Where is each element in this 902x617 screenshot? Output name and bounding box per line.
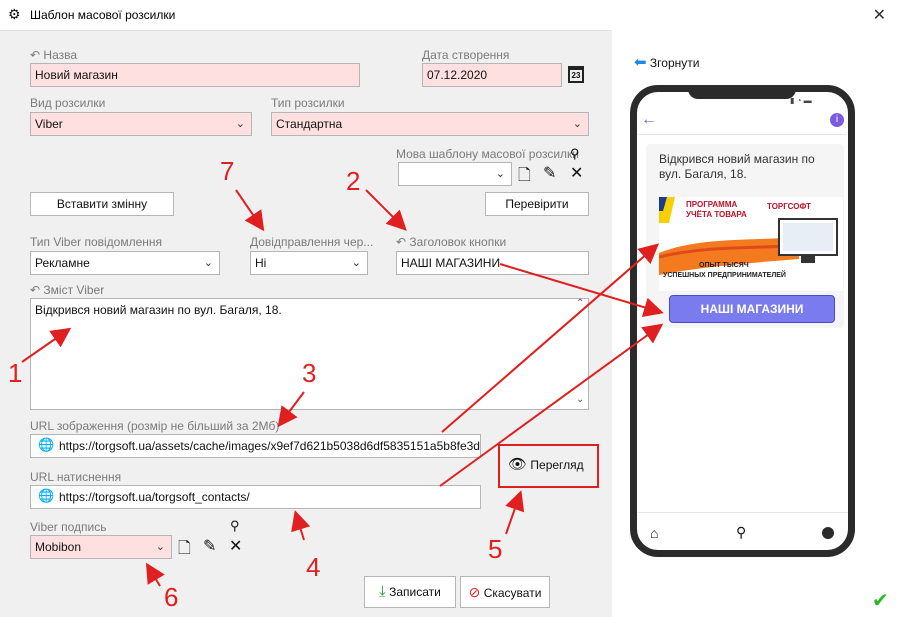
annotation-7: 7 [220,156,235,186]
annotation-6: 6 [164,582,179,612]
annotation-layer [21,189,664,587]
annotation-4: 4 [306,552,321,582]
annotation-1: 1 [8,358,23,388]
annotation-3: 3 [302,358,317,388]
annotation-5: 5 [488,534,503,564]
annotation-2: 2 [346,166,361,196]
